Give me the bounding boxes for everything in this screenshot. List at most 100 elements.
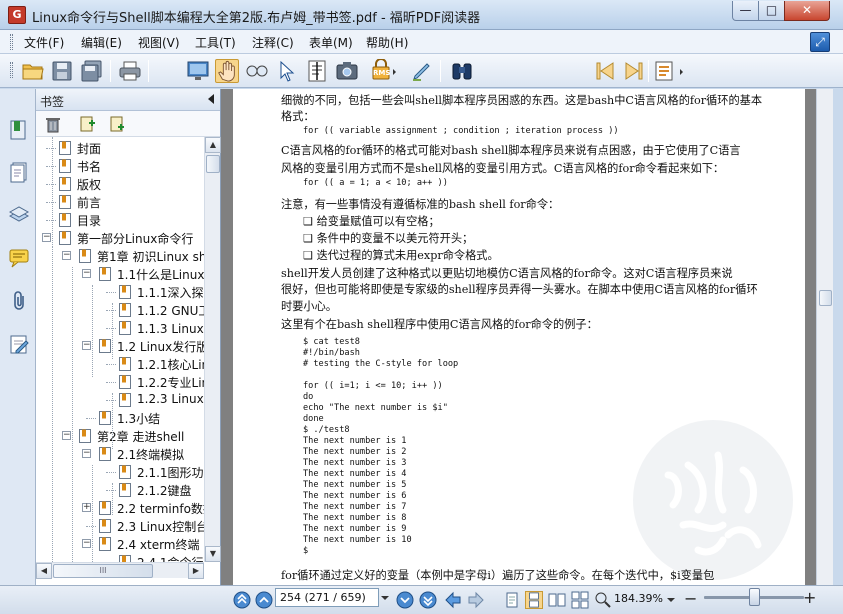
rms-button[interactable]: RMS — [367, 58, 397, 83]
document-vscrollbar[interactable] — [816, 89, 833, 585]
menu-help[interactable]: 帮助(H) — [366, 34, 408, 51]
bookmark-item[interactable]: − 第1章 初识Linux sh — [36, 247, 204, 265]
add-child-bookmark-icon[interactable] — [108, 115, 126, 133]
go-forward-icon[interactable] — [467, 591, 485, 609]
collapse-icon[interactable]: − — [82, 341, 91, 350]
bookmark-item[interactable]: 1.1.2 GNU工具 — [36, 301, 204, 319]
collapse-icon[interactable]: − — [82, 269, 91, 278]
menu-file[interactable]: 文件(F) — [24, 34, 64, 51]
bookmark-item[interactable]: 1.3小结 — [36, 409, 204, 427]
scroll-down-button[interactable]: ▼ — [205, 546, 221, 562]
bookmark-item[interactable]: 2.4.1命令行参数 — [36, 553, 204, 562]
delete-bookmark-icon[interactable] — [44, 115, 62, 133]
sign-icon[interactable] — [410, 59, 434, 83]
bookmark-item[interactable]: − 2.4 xterm终端 — [36, 535, 204, 553]
expand-icon[interactable]: + — [82, 503, 91, 512]
bookmarks-tab-icon[interactable] — [8, 119, 30, 141]
document-vscroll-thumb[interactable] — [819, 290, 832, 306]
bookmark-item[interactable]: 1.2.2专业Linux — [36, 373, 204, 391]
single-page-view-icon[interactable] — [503, 591, 521, 609]
minimize-button[interactable]: — — [732, 1, 759, 21]
last-page-icon[interactable] — [419, 591, 437, 609]
close-button[interactable]: ✕ — [784, 1, 830, 21]
find-next-icon[interactable] — [622, 59, 646, 83]
menu-view[interactable]: 视图(V) — [138, 34, 180, 51]
print-icon[interactable] — [118, 59, 142, 83]
collapse-icon[interactable]: − — [82, 539, 91, 548]
save-all-icon[interactable] — [80, 59, 104, 83]
facing-view-icon[interactable] — [548, 591, 566, 609]
zoom-out-button[interactable]: − — [684, 589, 697, 608]
zoom-in-button[interactable]: + — [803, 588, 816, 607]
layers-tab-icon[interactable] — [8, 204, 30, 226]
add-bookmark-icon[interactable] — [78, 115, 96, 133]
previous-page-icon[interactable] — [255, 591, 273, 609]
tree-connector — [86, 526, 96, 527]
restore-layout-icon[interactable]: ⤢ — [810, 32, 830, 52]
next-page-icon[interactable] — [396, 591, 414, 609]
menu-tools[interactable]: 工具(T) — [195, 34, 236, 51]
zoom-dropdown-icon[interactable] — [662, 591, 680, 609]
bookmark-item[interactable]: +2.2 terminfo数据库 — [36, 499, 204, 517]
bookmark-item[interactable]: − 第2章 走进shell — [36, 427, 204, 445]
bookmark-item[interactable]: 1.2.3 Linux LiveCD — [36, 391, 204, 409]
bookmark-item[interactable]: 封面 — [36, 139, 204, 157]
bookmark-item[interactable]: 版权 — [36, 175, 204, 193]
snapshot-icon[interactable] — [335, 59, 359, 83]
comments-tab-icon[interactable] — [8, 247, 30, 269]
bookmark-item[interactable]: 前言 — [36, 193, 204, 211]
menu-forms[interactable]: 表单(M) — [309, 34, 353, 51]
bookmarks-hscroll-thumb[interactable]: III — [53, 564, 153, 578]
scroll-up-button[interactable]: ▲ — [205, 137, 221, 153]
bookmarks-vscroll-thumb[interactable] — [206, 155, 220, 173]
zoom-menu-icon[interactable] — [594, 591, 612, 609]
bookmark-item[interactable]: 1.1.1深入探究 — [36, 283, 204, 301]
zoom-slider-thumb[interactable] — [749, 588, 760, 606]
bookmark-item[interactable]: − 第一部分Linux命令行 — [36, 229, 204, 247]
collapse-icon[interactable]: − — [62, 431, 71, 440]
fullscreen-icon[interactable] — [186, 59, 210, 83]
bookmarks-vscrollbar[interactable]: ▲ ▼ — [204, 137, 221, 562]
select-arrow-icon[interactable] — [275, 59, 299, 83]
pages-tab-icon[interactable] — [8, 161, 30, 183]
bookmark-item[interactable]: 书名 — [36, 157, 204, 175]
continuous-view-icon[interactable] — [525, 591, 543, 609]
collapse-icon[interactable]: − — [42, 233, 51, 242]
bookmark-item[interactable]: 1.1.3 Linux桌面 — [36, 319, 204, 337]
hand-tool-icon[interactable] — [215, 59, 239, 83]
page-number-input[interactable]: 254 (271 / 659) — [275, 588, 379, 607]
collapse-icon[interactable]: − — [62, 251, 71, 260]
menu-edit[interactable]: 编辑(E) — [81, 34, 122, 51]
maximize-button[interactable]: □ — [758, 1, 785, 21]
open-folder-icon[interactable] — [21, 59, 45, 83]
menu-comments[interactable]: 注释(C) — [252, 34, 294, 51]
bookmark-item[interactable]: − 2.1终端模拟 — [36, 445, 204, 463]
text-select-icon[interactable] — [305, 59, 329, 83]
find-prev-icon[interactable] — [593, 59, 617, 83]
first-page-icon[interactable] — [233, 591, 251, 609]
go-back-icon[interactable] — [444, 591, 462, 609]
bookmark-item[interactable]: 2.1.1图形功能 — [36, 463, 204, 481]
menu-grip[interactable] — [10, 34, 13, 50]
continuous-facing-view-icon[interactable] — [571, 591, 589, 609]
scroll-right-button[interactable]: ▶ — [188, 563, 204, 579]
page-dropdown-icon[interactable] — [379, 589, 391, 607]
bookmark-item[interactable]: 2.1.2键盘 — [36, 481, 204, 499]
collapse-icon[interactable]: − — [82, 449, 91, 458]
save-icon[interactable] — [50, 59, 74, 83]
find-options-icon[interactable] — [654, 59, 688, 83]
binoculars-icon[interactable] — [450, 59, 474, 83]
scroll-left-button[interactable]: ◀ — [36, 563, 52, 579]
toolbar-grip[interactable] — [10, 62, 13, 78]
attachments-tab-icon[interactable] — [8, 290, 30, 312]
collapse-panel-icon[interactable] — [208, 94, 214, 104]
document-view[interactable]: 细微的不同，包括一些会叫shell脚本程序员困惑的东西。这是bash中C语言风格… — [221, 89, 816, 585]
bookmark-item[interactable]: − 1.2 Linux发行版 — [36, 337, 204, 355]
signatures-tab-icon[interactable] — [8, 333, 30, 355]
bookmark-item[interactable]: 目录 — [36, 211, 204, 229]
bookmark-item[interactable]: 2.3 Linux控制台 — [36, 517, 204, 535]
bookmark-item[interactable]: − 1.1什么是Linux — [36, 265, 204, 283]
bookmarks-hscrollbar[interactable]: ◀ III ▶ — [36, 562, 204, 579]
zoom-tool-icon[interactable] — [245, 59, 269, 83]
bookmark-item[interactable]: 1.2.1核心Linux — [36, 355, 204, 373]
